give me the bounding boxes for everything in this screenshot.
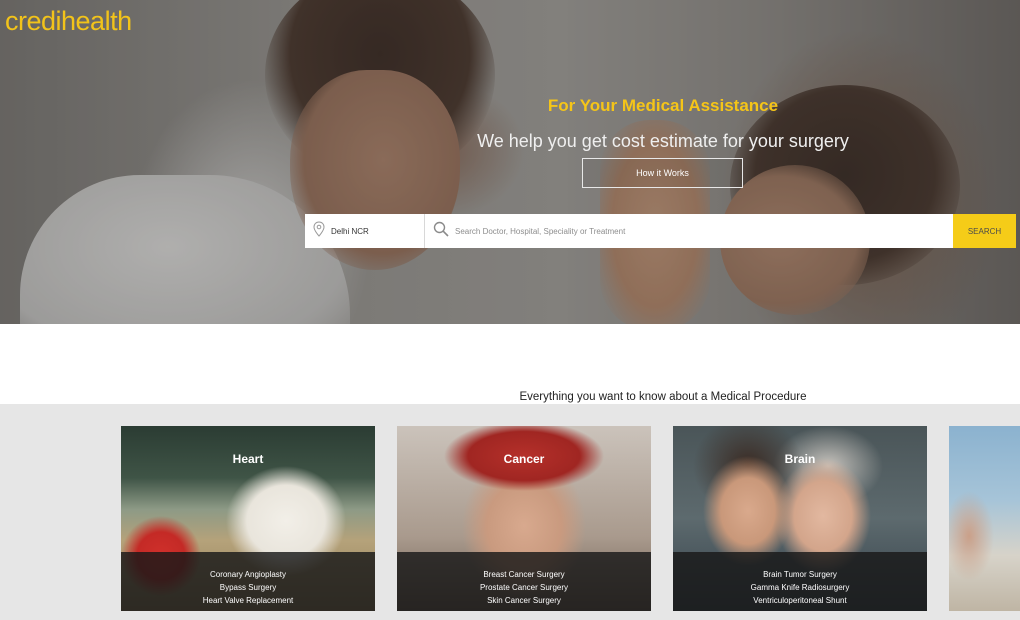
- hero-banner: [0, 0, 1020, 324]
- location-pin-icon: [313, 220, 325, 242]
- card-procedure-list: Brain Tumor Surgery Gamma Knife Radiosur…: [673, 552, 927, 611]
- card-category-title: Heart: [232, 452, 264, 466]
- procedure-link[interactable]: Prostate Cancer Surgery: [480, 581, 568, 594]
- procedure-link[interactable]: Ventriculoperitoneal Shunt: [753, 594, 846, 607]
- credihealth-logo[interactable]: credihealth: [5, 6, 132, 37]
- card-procedure-list: Coronary Angioplasty Bypass Surgery Hear…: [121, 552, 375, 611]
- procedure-link[interactable]: Coronary Angioplasty: [210, 568, 286, 581]
- procedure-card-brain[interactable]: Brain Brain Tumor Surgery Gamma Knife Ra…: [673, 426, 927, 611]
- search-field-container: [425, 214, 953, 248]
- card-category-title: Cancer: [503, 452, 545, 466]
- procedure-link[interactable]: Heart Valve Replacement: [203, 594, 294, 607]
- hero-overlay: [0, 0, 1020, 324]
- procedure-link[interactable]: Brain Tumor Surgery: [763, 568, 837, 581]
- procedure-link[interactable]: Breast Cancer Surgery: [483, 568, 564, 581]
- location-selector[interactable]: Delhi NCR: [305, 214, 425, 248]
- search-input[interactable]: [455, 226, 935, 236]
- procedure-card-cancer[interactable]: Cancer Breast Cancer Surgery Prostate Ca…: [397, 426, 651, 611]
- search-icon: [433, 221, 449, 242]
- procedure-link[interactable]: Gamma Knife Radiosurgery: [751, 581, 850, 594]
- procedure-link[interactable]: Bypass Surgery: [220, 581, 276, 594]
- card-procedure-list: Breast Cancer Surgery Prostate Cancer Su…: [397, 552, 651, 611]
- procedure-card-partial[interactable]: [949, 426, 1020, 611]
- card-category-title: Brain: [784, 452, 816, 466]
- location-value: Delhi NCR: [331, 226, 369, 236]
- search-button[interactable]: SEARCH: [953, 214, 1016, 248]
- procedure-link[interactable]: Skin Cancer Surgery: [487, 594, 561, 607]
- hero-subtitle: We help you get cost estimate for your s…: [477, 131, 849, 151]
- procedure-card-heart[interactable]: Heart Coronary Angioplasty Bypass Surger…: [121, 426, 375, 611]
- search-bar: Delhi NCR SEARCH: [305, 214, 1016, 248]
- procedures-heading: Everything you want to know about a Medi…: [519, 391, 807, 403]
- how-it-works-button[interactable]: How it Works: [582, 158, 743, 188]
- hero-title: For Your Medical Assistance: [547, 96, 779, 115]
